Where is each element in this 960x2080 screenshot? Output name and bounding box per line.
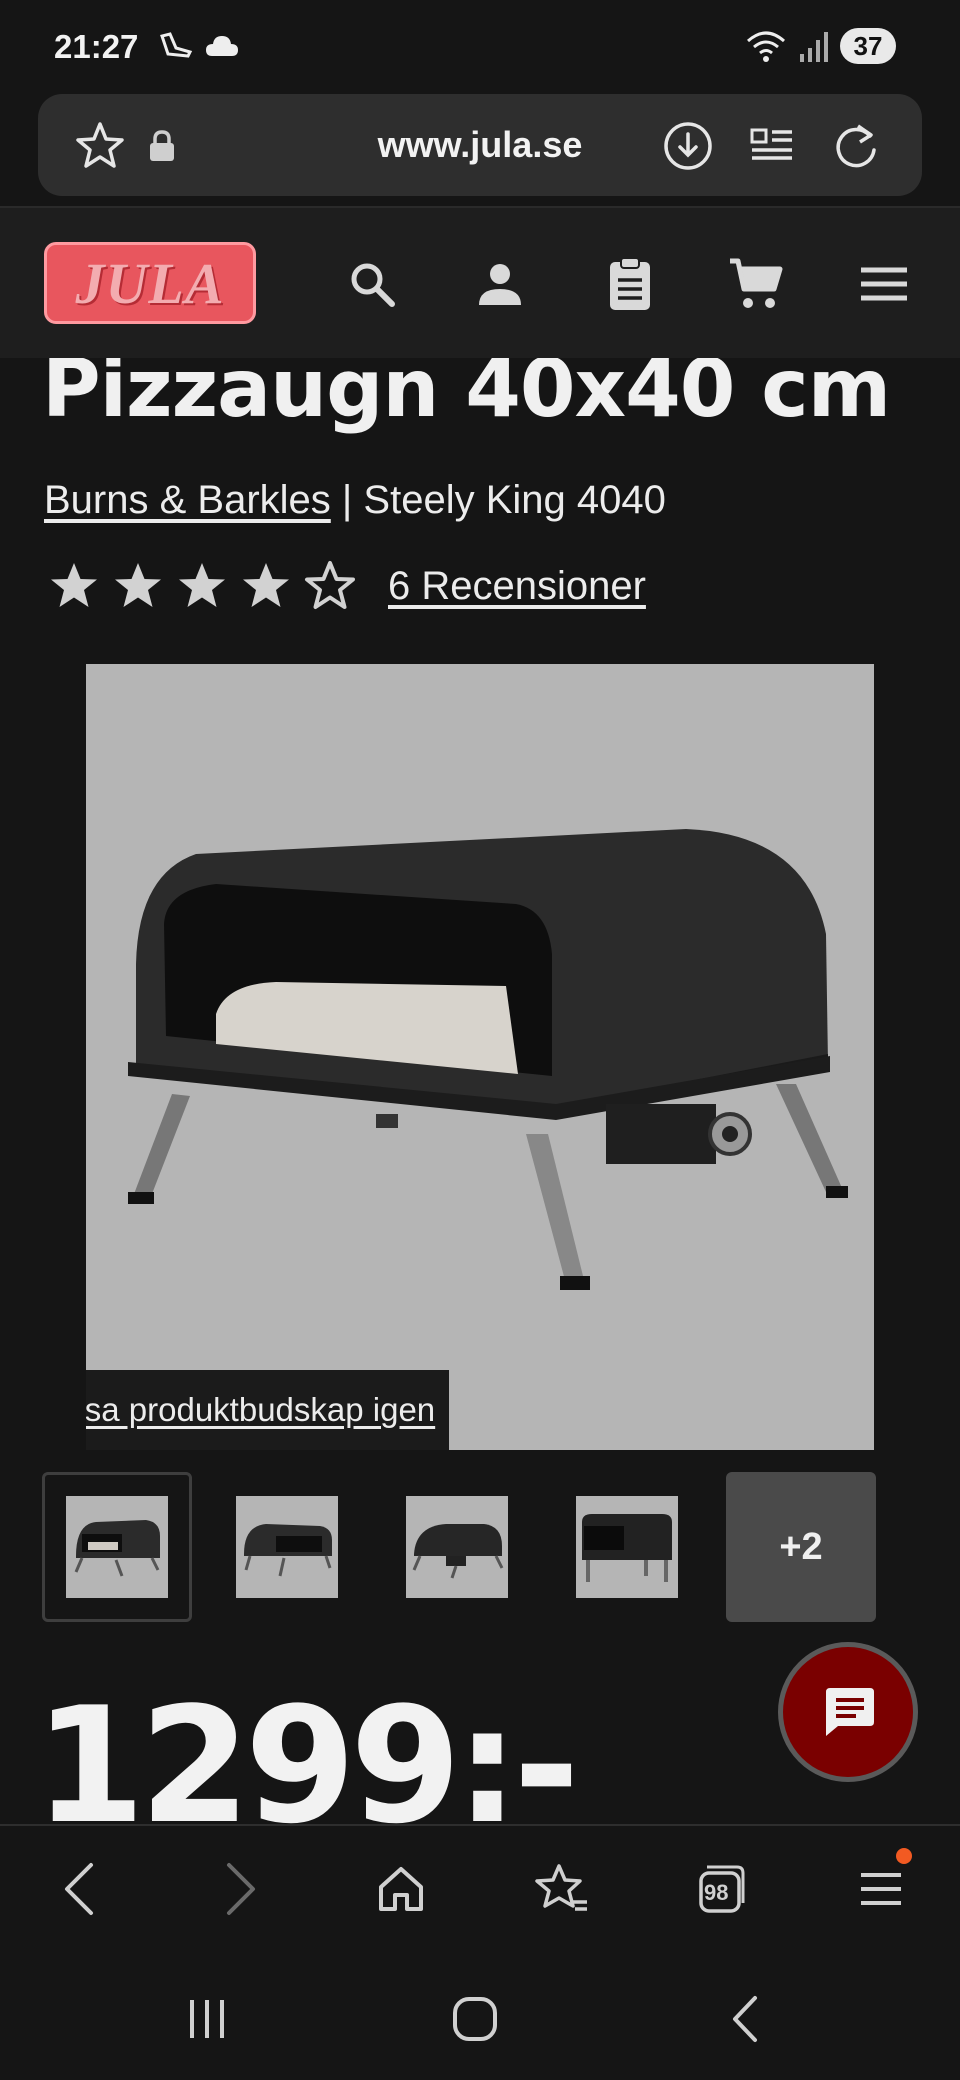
reviews-link[interactable]: 6 Recensioner (388, 564, 646, 609)
signal-icon (800, 32, 828, 62)
system-nav-bar (0, 1950, 960, 2080)
thumbnail-2[interactable] (212, 1472, 362, 1622)
product-image[interactable]: Visa produktbudskap igen (86, 664, 874, 1450)
chat-button[interactable] (778, 1642, 918, 1782)
download-icon[interactable] (660, 118, 716, 174)
status-bar: 21:27 37 (0, 0, 960, 96)
show-product-message-link[interactable]: Visa produktbudskap igen (86, 1370, 450, 1450)
menu-icon[interactable] (852, 252, 916, 316)
brand-link[interactable]: Burns & Barkles (44, 478, 331, 522)
thumbnail-1[interactable] (42, 1472, 192, 1622)
thumbnail-image (66, 1496, 168, 1598)
brand-separator: | (330, 478, 364, 522)
browser-menu-icon[interactable] (846, 1848, 916, 1924)
cloud-icon (206, 36, 238, 56)
battery-indicator: 37 (840, 28, 896, 64)
thumbnail-3[interactable] (382, 1472, 532, 1622)
thumbnail-strip: +2 (42, 1472, 876, 1622)
star-filled-icon (179, 563, 225, 607)
thumbnail-image (576, 1496, 678, 1598)
shopping-list-icon[interactable] (598, 252, 662, 316)
reload-icon[interactable] (828, 118, 884, 174)
pizza-oven-illustration (128, 829, 848, 1290)
status-system-icons: 37 (746, 28, 896, 64)
star-filled-icon (115, 563, 161, 607)
thumbnail-image (406, 1496, 508, 1598)
status-notification-icons (158, 30, 240, 62)
brand-model-line: Burns & Barkles | Steely King 4040 (44, 478, 666, 523)
home-icon[interactable] (366, 1854, 436, 1924)
thumbnail-4[interactable] (552, 1472, 702, 1622)
star-empty-icon (305, 561, 355, 609)
rating-row: 6 Recensioner (48, 560, 646, 612)
account-icon[interactable] (468, 252, 532, 316)
tabs-icon[interactable]: 98 (686, 1854, 756, 1924)
tab-count: 98 (704, 1880, 729, 1905)
address-bar[interactable]: www.jula.se (38, 94, 922, 196)
more-images-button[interactable]: +2 (726, 1472, 876, 1622)
reader-mode-icon[interactable] (744, 118, 800, 174)
sneaker-icon (160, 32, 193, 58)
browser-toolbar: 98 (0, 1824, 960, 1950)
recent-apps-icon[interactable] (172, 1984, 242, 2054)
notification-dot (896, 1848, 912, 1864)
system-back-icon[interactable] (710, 1984, 780, 2054)
back-icon[interactable] (44, 1854, 114, 1924)
chat-icon (826, 1688, 874, 1736)
home-button-icon[interactable] (440, 1984, 510, 2054)
star-rating (48, 560, 368, 612)
star-filled-icon (243, 563, 289, 607)
search-icon[interactable] (340, 252, 404, 316)
site-header: JULA (0, 208, 960, 358)
star-filled-icon (51, 563, 97, 607)
forward-icon[interactable] (206, 1854, 276, 1924)
logo-text: JULA (75, 250, 225, 316)
model-name: Steely King 4040 (363, 478, 666, 522)
cart-icon[interactable] (724, 252, 788, 316)
wifi-icon (747, 31, 785, 62)
bookmarks-icon[interactable] (526, 1854, 596, 1924)
thumbnail-image (236, 1496, 338, 1598)
status-time: 21:27 (54, 28, 139, 65)
jula-logo[interactable]: JULA (44, 242, 256, 324)
